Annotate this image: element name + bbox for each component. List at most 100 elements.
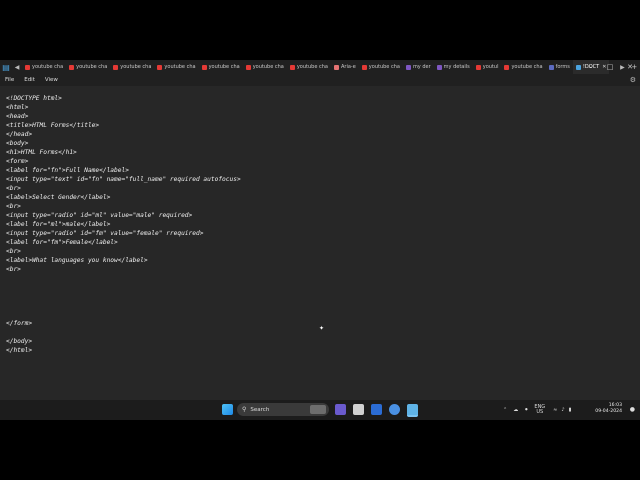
code-line: <br> [6, 266, 21, 273]
search-icon: ⚲ [242, 406, 247, 413]
menu-file[interactable]: File [0, 77, 19, 83]
tab-label: Aria-e [340, 64, 356, 70]
tab-favicon-icon [361, 64, 367, 70]
notification-bell-icon[interactable]: ● [630, 406, 635, 413]
tab-2[interactable]: youtube cha [110, 60, 154, 74]
tab-0[interactable]: youtube cha [22, 60, 66, 74]
code-line: <form> [6, 158, 29, 165]
settings-gear-icon[interactable]: ⚙ [630, 74, 636, 86]
code-line: <label>What languages you know</label> [6, 257, 148, 264]
code-text[interactable]: <!DOCTYPE html> <html> <head> <title>HTML F… [6, 94, 241, 355]
code-line: <input type="radio" id="fm" value="femal… [6, 230, 204, 237]
taskbar-search[interactable]: ⚲ Search [237, 403, 329, 416]
tab-label: my der [412, 64, 431, 70]
code-line: <br> [6, 185, 21, 192]
file-explorer-icon[interactable] [353, 404, 364, 415]
maximize-icon[interactable]: □ [600, 60, 620, 74]
menu-bar: File Edit View [0, 74, 640, 86]
code-line: <!DOCTYPE html> [6, 95, 62, 102]
tab-favicon-icon [475, 64, 481, 70]
tab-favicon-icon [333, 64, 339, 70]
tab-7[interactable]: Aria-e [331, 60, 359, 74]
screen: ▤ ◀ youtube cha youtube cha youtube cha you… [0, 60, 640, 420]
code-line: <head> [6, 113, 29, 120]
volume-icon[interactable]: ♪ [561, 407, 564, 413]
chevron-up-icon[interactable]: ⌃ [503, 407, 507, 413]
system-tray: ⌃ ☁ ⚫ ENG US ≈ ♪ ▮ [503, 400, 571, 420]
tab-favicon-icon [69, 64, 75, 70]
code-line: </html> [6, 347, 33, 354]
tab-label: youtube cha [208, 64, 240, 70]
tab-label: youtube cha [252, 64, 284, 70]
notepad-taskbar-icon[interactable] [407, 404, 418, 417]
tab-11[interactable]: youtul [473, 60, 502, 74]
microphone-icon[interactable]: ⚫ [524, 407, 528, 413]
taskbar: ⚲ Search ⌃ ☁ ⚫ ENG US ≈ ♪ ▮ 16:03 09-04-… [0, 400, 640, 420]
mouse-cursor-icon: ✦ [319, 325, 325, 332]
tab-3[interactable]: youtube cha [154, 60, 198, 74]
code-line: <body> [6, 140, 29, 147]
code-line: <label for="fm">Female</label> [6, 239, 118, 246]
battery-icon[interactable]: ▮ [569, 407, 572, 413]
menu-edit[interactable]: Edit [19, 77, 40, 83]
notepad-icon: ▤ [2, 62, 10, 72]
tab-5[interactable]: youtube cha [243, 60, 287, 74]
store-icon[interactable] [335, 404, 346, 415]
tab-favicon-icon [436, 64, 442, 70]
language-indicator[interactable]: ENG US [534, 405, 545, 415]
tab-label: youtul [482, 64, 499, 70]
tab-label: my details [443, 64, 470, 70]
code-line: </head> [6, 131, 33, 138]
code-line: </form> [6, 320, 33, 327]
tab-favicon-icon [245, 64, 251, 70]
word-icon[interactable] [371, 404, 382, 415]
tab-10[interactable]: my details [434, 60, 473, 74]
tab-6[interactable]: youtube cha [287, 60, 331, 74]
wifi-icon[interactable]: ≈ [553, 407, 557, 413]
tab-favicon-icon [25, 64, 30, 70]
tab-4[interactable]: youtube cha [199, 60, 243, 74]
tab-favicon-icon [289, 64, 295, 70]
tab-bar: ▤ ◀ youtube cha youtube cha youtube cha you… [0, 60, 640, 74]
code-line: <label>Select Gender</label> [6, 194, 111, 201]
tab-8[interactable]: youtube cha [359, 60, 403, 74]
code-line: <input type="radio" id="ml" value="male"… [6, 212, 193, 219]
tab-scroll-left-icon[interactable]: ◀ [12, 64, 22, 71]
edge-browser-icon[interactable] [389, 404, 400, 415]
code-line: </body> [6, 338, 33, 345]
menu-view[interactable]: View [40, 77, 63, 83]
tab-13[interactable]: forms [546, 60, 573, 74]
windows-start-icon[interactable] [222, 404, 233, 415]
tab-1[interactable]: youtube cha [66, 60, 110, 74]
tab-label: youtube cha [296, 64, 328, 70]
clock[interactable]: 16:03 09-04-2024 [595, 403, 622, 415]
code-line: <br> [6, 248, 21, 255]
tab-favicon-icon [201, 64, 207, 70]
clock-date: 09-04-2024 [595, 409, 622, 414]
tab-favicon-icon [504, 64, 510, 70]
code-line: <br> [6, 203, 21, 210]
tab-label: youtube cha [32, 64, 64, 70]
tab-9[interactable]: my der [403, 60, 434, 74]
minimize-icon[interactable]: – [580, 60, 600, 74]
tab-favicon-icon [548, 64, 554, 70]
tab-favicon-icon [157, 64, 163, 70]
close-window-icon[interactable]: ✕ [620, 60, 640, 74]
text-editor[interactable]: <!DOCTYPE html> <html> <head> <title>HTML F… [0, 86, 640, 400]
search-label: Search [250, 406, 270, 413]
search-highlight-image [310, 405, 326, 414]
tab-favicon-icon [113, 64, 119, 70]
tab-12[interactable]: youtube cha [501, 60, 545, 74]
code-line: <label for="ml">male</label> [6, 221, 111, 228]
tab-favicon-icon [405, 64, 411, 70]
cloud-icon[interactable]: ☁ [513, 407, 518, 413]
code-line: <html> [6, 104, 29, 111]
code-line: <label for="fn">Full Name</label> [6, 167, 129, 174]
code-line: <input type="text" id="fn" name="full_na… [6, 176, 241, 183]
